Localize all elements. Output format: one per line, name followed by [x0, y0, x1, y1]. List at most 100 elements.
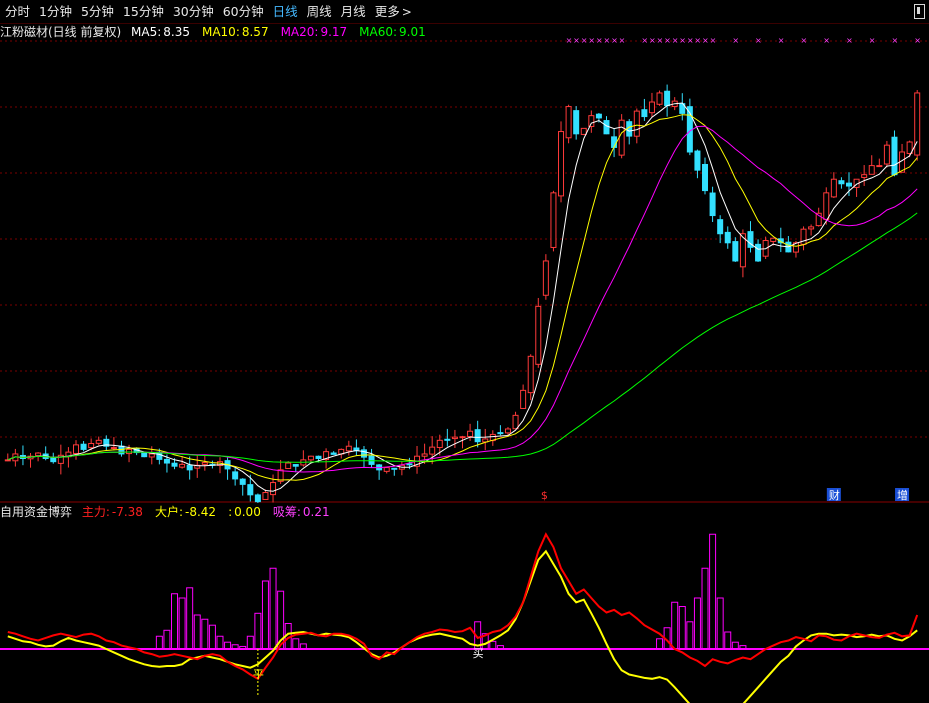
candle-body [565, 106, 572, 139]
indicator-value: -7.38 [111, 505, 143, 519]
candle-body [474, 429, 481, 443]
ma-label: MA60: [359, 25, 398, 39]
absorb-bar [186, 587, 194, 650]
candle-body [868, 165, 875, 175]
signal-label: 买 [473, 647, 484, 660]
candle-body [535, 305, 542, 365]
candle-body [694, 150, 701, 171]
absorb-bar [246, 635, 254, 650]
candle-body [171, 462, 178, 467]
signal-x-mark: × [687, 36, 694, 45]
candle-body [709, 192, 716, 217]
signal-x-mark: × [657, 36, 664, 45]
candle-body [891, 136, 898, 176]
signal-x-mark: × [801, 36, 808, 45]
signal-x-mark: × [755, 36, 762, 45]
tab-1[interactable]: 1分钟 [34, 0, 76, 23]
absorb-bar [693, 597, 701, 650]
candle-body [542, 260, 549, 296]
candle-body [611, 136, 618, 148]
absorb-bar [656, 638, 664, 650]
event-label[interactable]: 财 [829, 488, 840, 502]
absorb-bar [193, 614, 201, 650]
tab-3[interactable]: 15分钟 [118, 0, 168, 23]
signal-x-mark: × [641, 36, 648, 45]
signal-label: 平 [253, 668, 264, 681]
tab-7[interactable]: 周线 [302, 0, 336, 23]
ma-label: MA5: [131, 25, 162, 39]
signal-x-mark: × [679, 36, 686, 45]
ma-item: MA5: 8.35 [131, 25, 196, 39]
candle-body [126, 448, 133, 455]
candle-body [664, 90, 671, 107]
ma-value: 9.17 [320, 25, 348, 39]
candle-body [520, 389, 527, 409]
candle-body [232, 471, 239, 480]
candle-body [838, 180, 845, 185]
candle-body [808, 226, 815, 230]
absorb-bar [216, 635, 224, 650]
stock-title: 江粉磁材(日线 前复权) [0, 25, 122, 39]
candle-body [883, 144, 890, 165]
ma20-line [7, 125, 918, 473]
absorb-bar [489, 640, 497, 650]
candle-body [702, 163, 709, 192]
candle-body [732, 241, 739, 262]
absorb-bar [254, 612, 262, 650]
ma-item: MA10: 8.57 [202, 25, 275, 39]
candle-body [285, 462, 292, 469]
tab-8[interactable]: 月线 [336, 0, 370, 23]
signal-x-mark: × [603, 36, 610, 45]
tab-9[interactable]: 更多 [370, 0, 404, 23]
window-restore-icon[interactable] [914, 4, 925, 19]
indicator-item: 大户: -8.42 [155, 505, 222, 519]
candle-body [861, 174, 868, 178]
candle-body [35, 452, 42, 457]
signal-x-mark: × [869, 36, 876, 45]
candle-body [603, 120, 610, 135]
event-label[interactable]: $ [541, 489, 548, 502]
candle-body [823, 192, 830, 220]
period-toolbar: 分时 1分钟 5分钟 15分钟 30分钟 60分钟 日线 周线 月线 更多 > [0, 0, 929, 24]
signal-x-mark: × [694, 36, 701, 45]
indicator-value: 0.21 [302, 505, 330, 519]
indicator-item: 吸筹: 0.21 [273, 505, 336, 519]
tab-5[interactable]: 60分钟 [218, 0, 268, 23]
indicator-label: 主力: [81, 505, 110, 519]
absorb-bar [269, 567, 277, 650]
absorb-bar [239, 645, 247, 650]
ma-value: 8.35 [163, 25, 190, 39]
signal-x-mark: × [664, 36, 671, 45]
candle-body [110, 447, 117, 450]
candle-body [292, 464, 299, 467]
absorb-bar [155, 635, 163, 650]
candle-body [467, 430, 474, 437]
candle-body [186, 464, 193, 471]
absorb-bar [292, 638, 300, 650]
ma-value: 9.01 [399, 25, 426, 39]
candle-body [846, 182, 853, 187]
absorb-bar [171, 593, 179, 650]
tab-4[interactable]: 30分钟 [168, 0, 218, 23]
signal-x-mark: × [588, 36, 595, 45]
ma-info-row: 江粉磁材(日线 前复权) MA5: 8.35 MA10: 8.57 MA20: 9.17 M… [0, 23, 444, 41]
chevron-right-icon[interactable]: > [402, 5, 412, 19]
candle-body [429, 446, 436, 455]
candle-body [444, 438, 451, 441]
tab-0[interactable]: 分时 [0, 0, 34, 23]
tab-2[interactable]: 5分钟 [76, 0, 118, 23]
indicator-value: 0.00 [234, 505, 261, 519]
candle-body [201, 462, 208, 465]
absorb-bar [163, 629, 171, 650]
candle-body [72, 444, 79, 454]
absorb-bar [731, 641, 739, 650]
event-label[interactable]: 增 [897, 488, 908, 502]
tab-6[interactable]: 日线 [268, 0, 302, 23]
candle-body [717, 219, 724, 235]
candle-body [770, 237, 777, 242]
indicator-label: 吸筹: [272, 505, 301, 519]
signal-x-mark: × [573, 36, 580, 45]
absorb-bar [716, 597, 724, 650]
candle-body [95, 439, 102, 444]
candle-body [755, 243, 762, 262]
